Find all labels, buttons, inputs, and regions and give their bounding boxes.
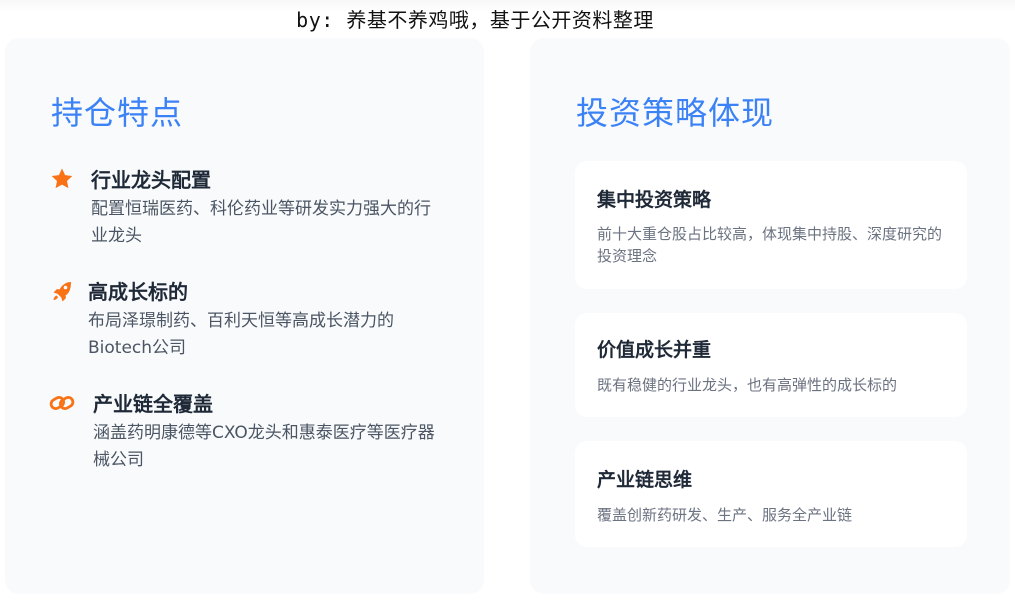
card-desc: 既有稳健的行业龙头，也有高弹性的成长标的 [597, 376, 898, 394]
card-title: 产业链思维 [597, 469, 693, 491]
card-title: 集中投资策略 [597, 189, 712, 211]
strategy-panel: 投资策略体现 集中投资策略 前十大重仓股占比较高，体现集中持股、深度研究的投资理… [530, 38, 1010, 594]
link-icon [49, 390, 75, 416]
panel-title: 持仓特点 [51, 94, 184, 132]
card-desc: 覆盖创新药研发、生产、服务全产业链 [597, 506, 853, 524]
holdings-panel: 持仓特点 行业龙头配置 配置恒瑞医药、科伦药业等研发实力强大的行业龙头 高成长标… [5, 38, 484, 594]
feature-desc: 配置恒瑞医药、科伦药业等研发实力强大的行业龙头 [91, 199, 431, 246]
rocket-icon [49, 278, 75, 304]
strategy-card: 产业链思维 覆盖创新药研发、生产、服务全产业链 [575, 441, 967, 547]
strategy-card: 价值成长并重 既有稳健的行业龙头，也有高弹性的成长标的 [575, 313, 967, 417]
byline: by: 养基不养鸡哦，基于公开资料整理 [296, 8, 654, 32]
card-desc: 前十大重仓股占比较高，体现集中持股、深度研究的投资理念 [597, 225, 943, 265]
feature-title: 产业链全覆盖 [93, 392, 213, 416]
feature-title: 行业龙头配置 [91, 168, 211, 192]
feature-desc: 布局泽璟制药、百利天恒等高成长潜力的Biotech公司 [88, 311, 394, 358]
card-title: 价值成长并重 [597, 339, 712, 361]
star-icon [49, 166, 75, 192]
feature-title: 高成长标的 [88, 280, 188, 304]
feature-desc: 涵盖药明康德等CXO龙头和惠泰医疗等医疗器械公司 [93, 423, 435, 470]
panel-title: 投资策略体现 [576, 94, 775, 132]
strategy-card: 集中投资策略 前十大重仓股占比较高，体现集中持股、深度研究的投资理念 [575, 161, 967, 289]
